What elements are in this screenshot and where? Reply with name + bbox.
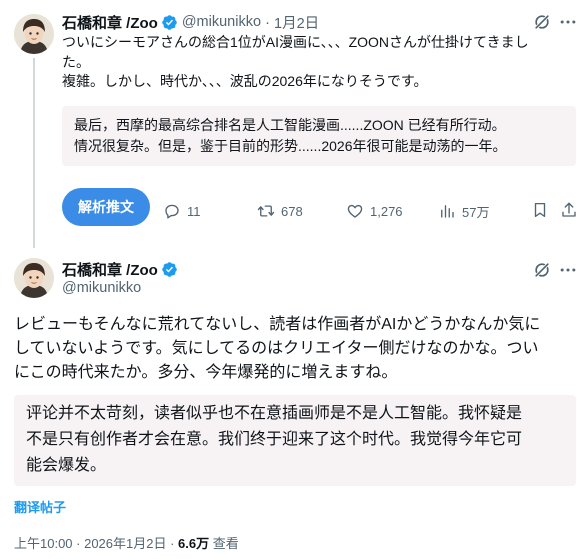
- like-button[interactable]: 1,276: [346, 200, 403, 222]
- translation-box: 评论并不太苛刻，读者似乎也不在意插画师是不是人工智能。我怀疑是 不是只有创作者才…: [14, 395, 576, 486]
- tweet-text-line: 複雑。しかし、時代か、、、波乱の2026年になりそうです。: [62, 73, 428, 89]
- tweet-header: 石橋和章 /Zoo @mikunikko · 1月2日: [62, 12, 319, 32]
- views-label: 查看: [209, 536, 239, 551]
- separator-dot: ·: [265, 13, 271, 31]
- views-icon: [441, 205, 454, 218]
- reply-count: 11: [187, 203, 201, 219]
- like-icon: [347, 204, 363, 218]
- views-button[interactable]: 57万: [438, 200, 489, 222]
- tweet-header: 石橋和章 /Zoo: [62, 259, 178, 279]
- like-count: 1,276: [370, 203, 403, 219]
- verified-badge-icon: [162, 14, 177, 30]
- views-count: 6.6万: [178, 536, 210, 551]
- retweet-count: 678: [281, 203, 303, 219]
- translation-line: 不是只有创作者才会在意。我们终于迎来了这个时代。我觉得今年它可: [26, 431, 523, 448]
- more-icon[interactable]: [558, 12, 578, 32]
- tweet-text-line: レビューもそんなに荒れてないし、読者は作画者がAIかどうかなんか気に: [14, 316, 541, 333]
- author-handle[interactable]: @mikunikko: [182, 14, 261, 30]
- tweet-timestamp[interactable]: 上午10:00 · 2026年1月2日 ·: [14, 536, 178, 551]
- translation-line: 能会爆发。: [26, 457, 107, 474]
- avatar[interactable]: [14, 14, 54, 54]
- grok-icon[interactable]: [532, 12, 552, 32]
- author-name[interactable]: 石橋和章 /Zoo: [62, 259, 158, 280]
- views-count: 57万: [462, 204, 490, 220]
- translate-tweet-button[interactable]: 解析推文: [62, 188, 150, 226]
- translate-post-link[interactable]: 翻译帖子: [14, 497, 66, 516]
- share-icon[interactable]: [560, 201, 578, 219]
- tweet-text-line: ついにシーモアさんの総合1位がAI漫画に、、、ZOONさんが仕掛けてきまし: [62, 34, 529, 50]
- translation-line: 最后，西摩的最高综合排名是人工智能漫画......ZOON 已经有所行动。: [74, 117, 506, 133]
- tweet-date[interactable]: 1月2日: [274, 12, 319, 33]
- author-name[interactable]: 石橋和章 /Zoo: [62, 12, 158, 33]
- avatar[interactable]: [14, 258, 54, 298]
- retweet-button[interactable]: 678: [257, 200, 303, 222]
- translation-line: 评论并不太苛刻，读者似乎也不在意插画师是不是人工智能。我怀疑是: [26, 405, 523, 422]
- translation-box: 最后，西摩的最高综合排名是人工智能漫画......ZOON 已经有所行动。 情况…: [62, 106, 576, 166]
- bookmark-icon[interactable]: [531, 201, 549, 219]
- grok-icon[interactable]: [532, 260, 552, 280]
- tweet-text-line: た。: [62, 53, 90, 70]
- verified-badge-icon: [162, 261, 177, 277]
- thread-line: [33, 58, 35, 248]
- reply-button[interactable]: 11: [163, 200, 201, 222]
- reply-icon: [165, 204, 179, 219]
- tweet-text: レビューもそんなに荒れてないし、読者は作画者がAIかどうかなんか気に していない…: [14, 313, 580, 385]
- tweet-text: ついにシーモアさんの総合1位がAI漫画に、、、ZOONさんが仕掛けてきまし た。…: [62, 33, 582, 92]
- more-icon[interactable]: [558, 260, 578, 280]
- tweet-1[interactable]: 石橋和章 /Zoo @mikunikko · 1月2日 ついにシーモアさんの総合…: [0, 0, 586, 248]
- retweet-icon: [257, 205, 275, 217]
- author-handle[interactable]: @mikunikko: [62, 280, 141, 296]
- tweet-text-line: にこの時代来たか。多分、今年爆発的に増えますね。: [14, 364, 398, 381]
- translation-line: 情况很复杂。但是，鉴于目前的形势......2026年很可能是动荡的一年。: [74, 138, 507, 154]
- tweet-text-line: していないようです。気にしてるのはクリエイター側だけなのかな。つい: [14, 340, 539, 357]
- tweet-meta: 上午10:00 · 2026年1月2日 · 6.6万 查看: [14, 533, 239, 552]
